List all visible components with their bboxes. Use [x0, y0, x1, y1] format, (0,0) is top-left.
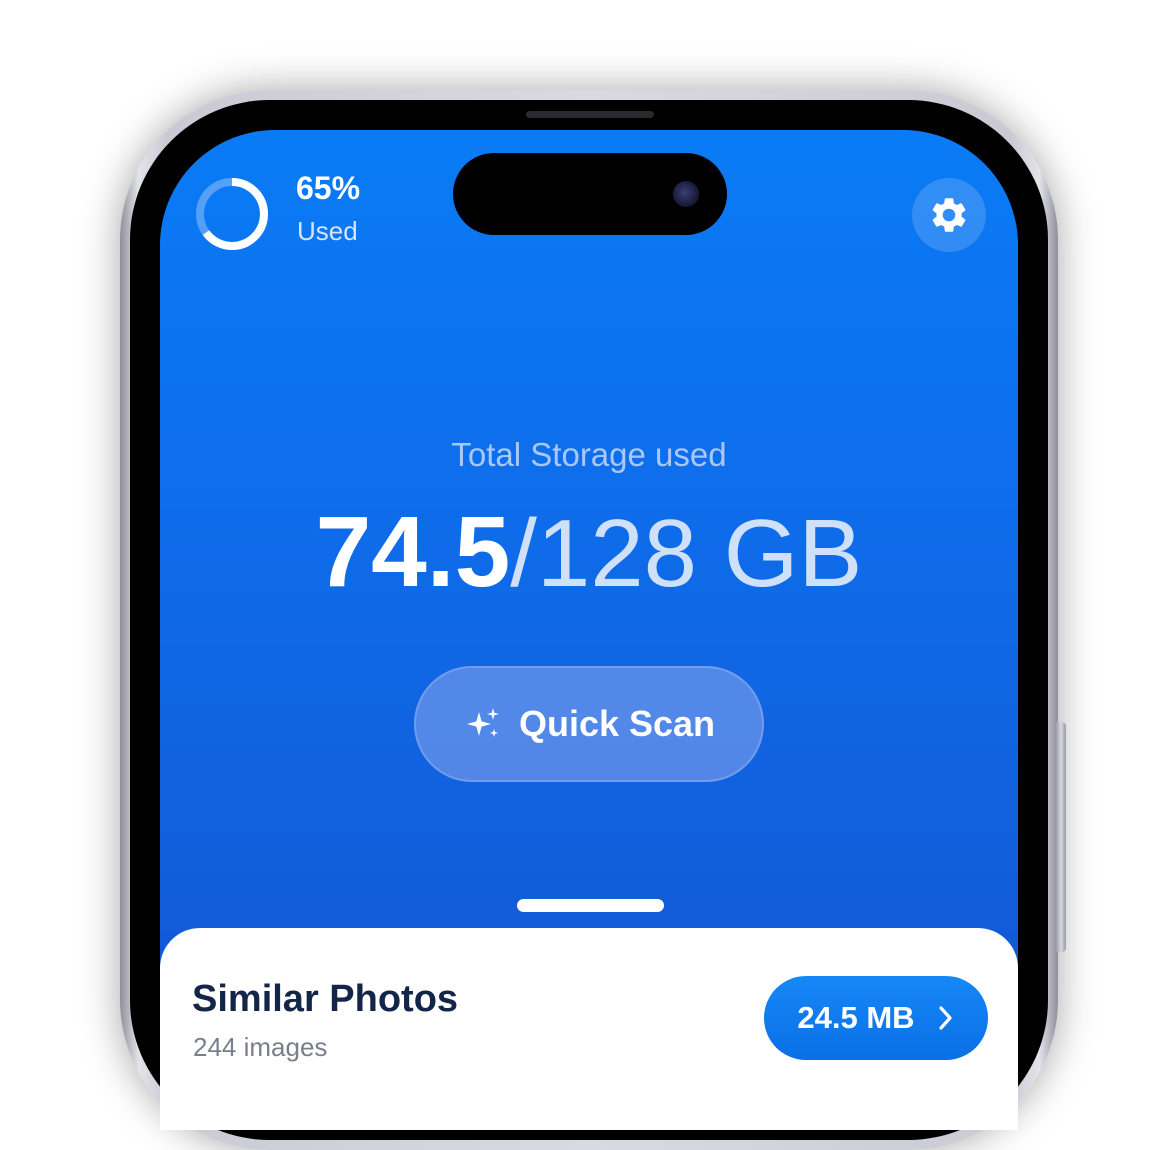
usage-label: Used — [297, 216, 358, 246]
storage-used-value: 74.5 — [315, 496, 511, 608]
card-title: Similar Photos — [192, 978, 459, 1020]
quick-scan-label: Quick Scan — [518, 703, 716, 744]
settings-button[interactable] — [912, 178, 986, 252]
speaker-grille — [526, 111, 654, 118]
sparkles-icon — [466, 708, 499, 737]
total-storage-heading: Total Storage used — [451, 436, 727, 473]
app-screen: 65% Used Total Storage used 74.5/128 GB … — [160, 130, 1018, 1130]
usage-percent: 65% — [296, 170, 361, 206]
size-button[interactable]: 24.5 MB — [764, 976, 988, 1060]
chevron-right-icon — [938, 1006, 952, 1030]
storage-readout: 74.5/128 GB — [160, 502, 1018, 602]
card-subtitle: 244 images — [193, 1032, 328, 1062]
front-camera — [673, 181, 699, 207]
similar-photos-card[interactable]: Similar Photos 244 images 24.5 MB — [160, 928, 1018, 1130]
storage-total-value: 128 GB — [536, 500, 863, 607]
sheet-drag-handle[interactable] — [517, 899, 664, 912]
quick-scan-button[interactable]: Quick Scan — [414, 666, 764, 782]
usage-ring — [196, 178, 268, 250]
storage-separator: / — [510, 500, 537, 607]
dynamic-island — [453, 153, 727, 235]
gear-icon — [932, 198, 966, 232]
size-label: 24.5 MB — [797, 1000, 915, 1035]
side-button — [1056, 722, 1066, 952]
